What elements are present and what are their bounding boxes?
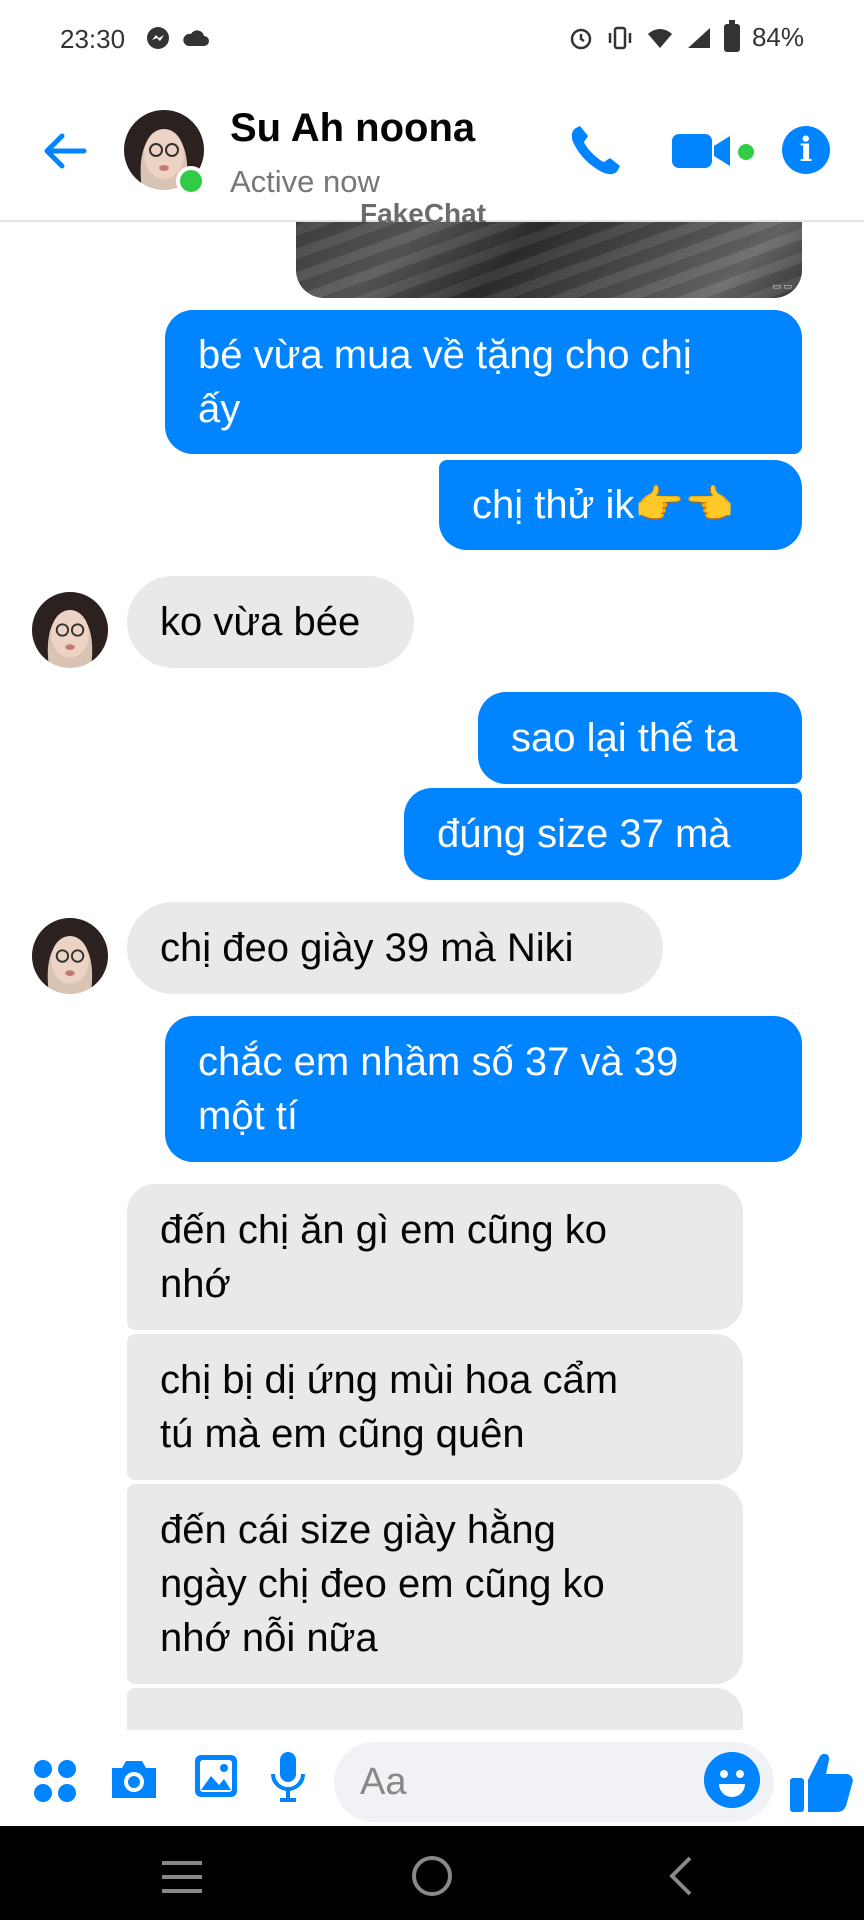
thumbs-up-icon[interactable]: [786, 1748, 856, 1818]
camera-icon[interactable]: [108, 1756, 160, 1802]
contact-avatar-small[interactable]: [32, 592, 108, 668]
cloud-icon: [183, 30, 209, 46]
back-nav-icon[interactable]: [664, 1854, 696, 1898]
info-icon[interactable]: i: [782, 126, 830, 174]
message-bubble-incoming-partial[interactable]: [127, 1688, 743, 1730]
alarm-icon: [570, 28, 592, 49]
menu-dots-icon[interactable]: [32, 1758, 78, 1804]
battery-percent: 84%: [751, 22, 804, 52]
online-indicator: [176, 166, 206, 196]
shared-photo[interactable]: ▭ ▭: [296, 222, 802, 298]
message-input[interactable]: [358, 1760, 682, 1805]
message-bubble-outgoing[interactable]: bé vừa mua về tặng cho chị ấy: [165, 310, 802, 454]
phone-call-icon[interactable]: [566, 122, 624, 180]
back-arrow-icon[interactable]: [40, 126, 90, 176]
status-time: 23:30: [60, 24, 126, 54]
emoji-icon[interactable]: [704, 1752, 760, 1808]
video-call-icon[interactable]: [670, 126, 734, 176]
wifi-icon: [647, 28, 672, 48]
message-bubble-outgoing[interactable]: chắc em nhầm số 37 và 39 một tí: [165, 1016, 802, 1162]
message-bubble-incoming[interactable]: chị bị dị ứng mùi hoa cẩm tú mà em cũng …: [127, 1334, 743, 1480]
vibrate-icon: [608, 26, 632, 49]
gallery-icon[interactable]: [192, 1752, 240, 1800]
video-active-dot: [738, 144, 754, 160]
chat-header: Su Ah noona Active now FakeChat i: [0, 80, 864, 229]
battery-icon: [723, 19, 740, 52]
photo-tag-icon: ▭ ▭: [772, 281, 792, 291]
home-icon[interactable]: [410, 1854, 454, 1898]
message-composer: [0, 1730, 864, 1826]
message-bubble-outgoing[interactable]: chị thử ik👉👈: [439, 460, 802, 550]
message-bubble-incoming[interactable]: ko vừa béе: [127, 576, 414, 668]
recent-apps-icon[interactable]: [160, 1860, 204, 1894]
system-nav-bar: [0, 1826, 864, 1920]
conversation[interactable]: ▭ ▭ bé vừa mua về tặng cho chị ấy chị th…: [0, 222, 864, 1730]
status-bar: 23:30 84%: [0, 0, 864, 80]
contact-name[interactable]: Su Ah noona: [230, 106, 475, 151]
message-bubble-incoming[interactable]: chị đeo giày 39 mà Niki: [127, 902, 663, 994]
contact-status: Active now: [230, 164, 380, 199]
message-bubble-incoming[interactable]: đến chị ăn gì em cũng ko nhớ: [127, 1184, 743, 1330]
message-bubble-outgoing[interactable]: đúng size 37 mà: [404, 788, 802, 880]
signal-icon: [687, 27, 710, 48]
message-bubble-incoming[interactable]: đến cái size giày hằng ngày chị đeo em c…: [127, 1484, 743, 1684]
microphone-icon[interactable]: [268, 1750, 308, 1804]
contact-avatar-small[interactable]: [32, 918, 108, 994]
messenger-icon: [147, 27, 169, 49]
message-bubble-outgoing[interactable]: sao lại thế ta: [478, 692, 802, 784]
